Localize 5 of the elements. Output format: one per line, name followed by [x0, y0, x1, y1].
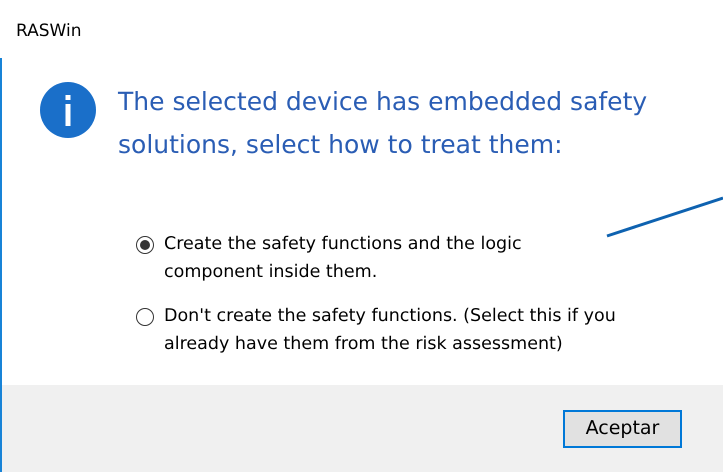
window-title: RASWin: [16, 20, 82, 44]
message-text: The selected device has embedded safety solutions, select how to treat them:: [118, 86, 648, 161]
accept-button[interactable]: Aceptar: [563, 410, 682, 448]
option-label: Create the safety functions and the logic component inside them.: [164, 233, 523, 284]
option-label: Don't create the safety functions. (Select this if you already have them from the risk assessment): [164, 305, 617, 356]
